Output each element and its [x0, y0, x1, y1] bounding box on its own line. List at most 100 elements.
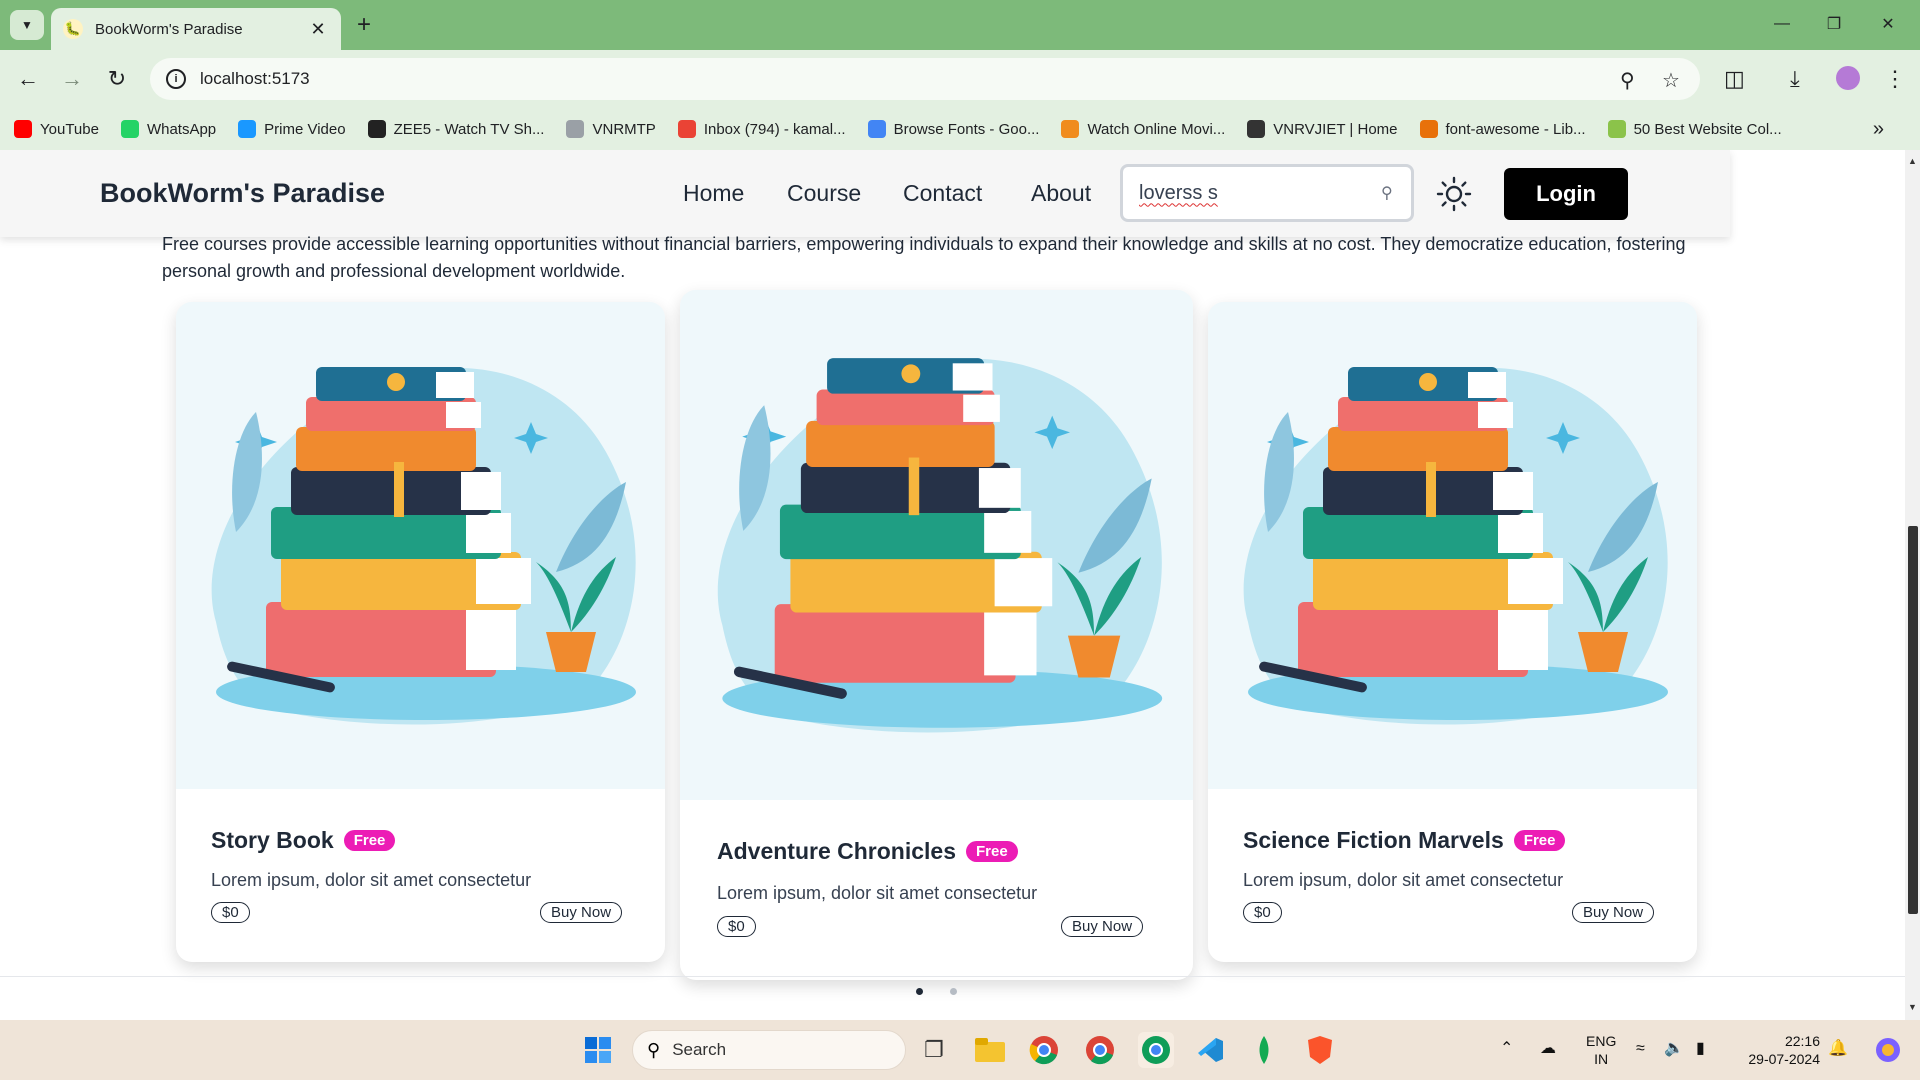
search-icon[interactable]: ⚲	[1381, 183, 1411, 203]
price-tag: $0	[211, 902, 250, 923]
notification-bell-icon[interactable]: 🔔	[1828, 1040, 1848, 1058]
clock-time: 22:16	[1784, 1033, 1820, 1049]
browser-tab[interactable]: 🐛 BookWorm's Paradise ✕	[51, 8, 341, 50]
bookmark-item[interactable]: font-awesome - Lib...	[1419, 120, 1586, 138]
language-label: ENG	[1586, 1033, 1617, 1049]
carousel-dot-active[interactable]	[916, 988, 923, 995]
chevron-down-icon: ▼	[21, 18, 33, 32]
restore-icon[interactable]: ❐	[1814, 8, 1854, 40]
books-stack-image	[176, 302, 665, 789]
file-explorer-icon[interactable]	[972, 1032, 1008, 1068]
zoom-icon[interactable]: ⚲	[1620, 68, 1635, 93]
bookmark-item[interactable]: Browse Fonts - Goo...	[867, 120, 1040, 138]
card-description: Lorem ipsum, dolor sit amet consectetur	[717, 883, 1038, 903]
card-description: Lorem ipsum, dolor sit amet consectetur	[211, 870, 532, 890]
card-title-row: Science Fiction Marvels Free	[1243, 827, 1566, 854]
bookmark-item[interactable]: VNRMTP	[566, 120, 656, 138]
wifi-icon[interactable]: ≈	[1636, 1040, 1645, 1058]
new-tab-button[interactable]: +	[350, 11, 378, 38]
download-icon[interactable]: ⤓	[1790, 66, 1800, 92]
url-text[interactable]: localhost:5173	[200, 69, 310, 89]
course-card[interactable]: Science Fiction Marvels Free Lorem ipsum…	[1208, 302, 1697, 962]
bookmark-item[interactable]: WhatsApp	[120, 120, 216, 138]
login-button[interactable]: Login	[1504, 168, 1628, 220]
bookmark-favicon-icon	[566, 120, 585, 138]
bookmark-item[interactable]: 50 Best Website Col...	[1607, 120, 1782, 138]
more-bookmarks-icon[interactable]: »	[1873, 118, 1884, 141]
profile-avatar[interactable]	[1836, 66, 1860, 90]
task-view-icon[interactable]: ❐	[916, 1032, 952, 1068]
close-window-icon[interactable]: ✕	[1868, 8, 1908, 40]
search-input-value[interactable]: loverss s	[1139, 182, 1381, 205]
bookmarks-bar: YouTube WhatsApp Prime Video ZEE5 - Watch T…	[0, 108, 1920, 150]
bookmark-label: Browse Fonts - Goo...	[893, 120, 1040, 138]
clock[interactable]: 22:16 29-07-2024	[1740, 1032, 1820, 1068]
windows-start-icon[interactable]	[580, 1032, 616, 1068]
bookmark-item[interactable]: Prime Video	[238, 120, 346, 138]
site-info-icon[interactable]: i	[166, 69, 186, 89]
bookmark-item[interactable]: Watch Online Movi...	[1061, 120, 1225, 138]
buy-now-button[interactable]: Buy Now	[540, 902, 623, 923]
reload-icon[interactable]: ↻	[101, 63, 133, 95]
scroll-up-arrow-icon[interactable]: ▲	[1908, 156, 1917, 166]
copilot-icon[interactable]	[1870, 1032, 1906, 1068]
nav-link-contact[interactable]: Contact	[903, 180, 982, 207]
page-scrollbar[interactable]: ▲ ▼	[1905, 150, 1920, 1020]
volume-icon[interactable]: 🔈	[1664, 1040, 1684, 1058]
card-description: Lorem ipsum, dolor sit amet consectetur	[1243, 870, 1564, 890]
bookmark-item[interactable]: Inbox (794) - kamal...	[677, 120, 846, 138]
chrome-active-icon[interactable]	[1138, 1032, 1174, 1068]
address-bar[interactable]: i localhost:5173 ⚲ ☆	[150, 58, 1700, 100]
nav-link-home[interactable]: Home	[683, 180, 744, 207]
bookmark-item[interactable]: YouTube	[14, 120, 99, 138]
close-tab-icon[interactable]: ✕	[307, 18, 329, 40]
input-language[interactable]: ENG IN	[1586, 1032, 1616, 1068]
extensions-icon[interactable]: ◫	[1724, 66, 1745, 92]
region-label: IN	[1594, 1051, 1609, 1067]
chrome-profile-icon[interactable]	[1082, 1032, 1118, 1068]
taskbar-search-label: Search	[672, 1040, 727, 1059]
browser-tab-strip: ▼ 🐛 BookWorm's Paradise ✕ + — ❐ ✕	[0, 0, 1920, 50]
kebab-menu-icon[interactable]: ⋮	[1884, 66, 1906, 92]
sun-theme-toggle-icon[interactable]	[1436, 176, 1472, 212]
nav-link-about[interactable]: About	[1031, 180, 1091, 207]
clock-date: 29-07-2024	[1748, 1051, 1820, 1067]
bookmark-label: Watch Online Movi...	[1087, 120, 1226, 138]
bookmark-item[interactable]: VNRVJIET | Home	[1247, 120, 1398, 138]
intro-paragraph: Free courses provide accessible learning…	[162, 234, 1686, 281]
onedrive-cloud-icon[interactable]: ☁	[1540, 1040, 1556, 1058]
mongodb-icon[interactable]	[1246, 1032, 1282, 1068]
taskbar-search-box[interactable]: ⚲ Search	[632, 1030, 906, 1070]
carousel-dot[interactable]	[950, 988, 957, 995]
bookmark-favicon-icon	[120, 120, 139, 138]
nav-link-course[interactable]: Course	[787, 180, 861, 207]
course-card[interactable]: Adventure Chronicles Free Lorem ipsum, d…	[680, 290, 1193, 980]
bookmark-favicon-icon	[238, 120, 257, 138]
battery-icon[interactable]: ▮	[1696, 1040, 1705, 1058]
scroll-down-arrow-icon[interactable]: ▼	[1908, 1002, 1917, 1012]
bookmark-label: ZEE5 - Watch TV Sh...	[393, 120, 545, 138]
chrome-icon[interactable]	[1026, 1032, 1062, 1068]
price-tag: $0	[717, 916, 756, 937]
free-badge: Free	[343, 830, 396, 851]
buy-now-button[interactable]: Buy Now	[1061, 916, 1144, 937]
tab-title: BookWorm's Paradise	[95, 20, 243, 38]
buy-now-button[interactable]: Buy Now	[1572, 902, 1655, 923]
minimize-icon[interactable]: —	[1762, 8, 1802, 40]
forward-arrow-icon[interactable]: →	[56, 63, 88, 95]
chevron-up-icon[interactable]: ⌃	[1500, 1040, 1513, 1058]
site-brand[interactable]: BookWorm's Paradise	[100, 178, 385, 209]
brave-icon[interactable]	[1302, 1032, 1338, 1068]
scroll-thumb[interactable]	[1908, 526, 1918, 914]
course-card[interactable]: Story Book Free Lorem ipsum, dolor sit a…	[176, 302, 665, 962]
search-input[interactable]: loverss s ⚲	[1120, 164, 1414, 222]
bookmark-star-icon[interactable]: ☆	[1662, 68, 1680, 93]
section-divider	[0, 976, 1905, 977]
back-arrow-icon[interactable]: ←	[12, 63, 44, 95]
search-icon: ⚲	[647, 1039, 661, 1060]
bookmark-favicon-icon	[367, 120, 386, 138]
bookmark-favicon-icon	[1419, 120, 1438, 138]
bookmark-item[interactable]: ZEE5 - Watch TV Sh...	[367, 120, 545, 138]
tab-search-button[interactable]: ▼	[10, 10, 44, 40]
vscode-icon[interactable]	[1192, 1032, 1228, 1068]
